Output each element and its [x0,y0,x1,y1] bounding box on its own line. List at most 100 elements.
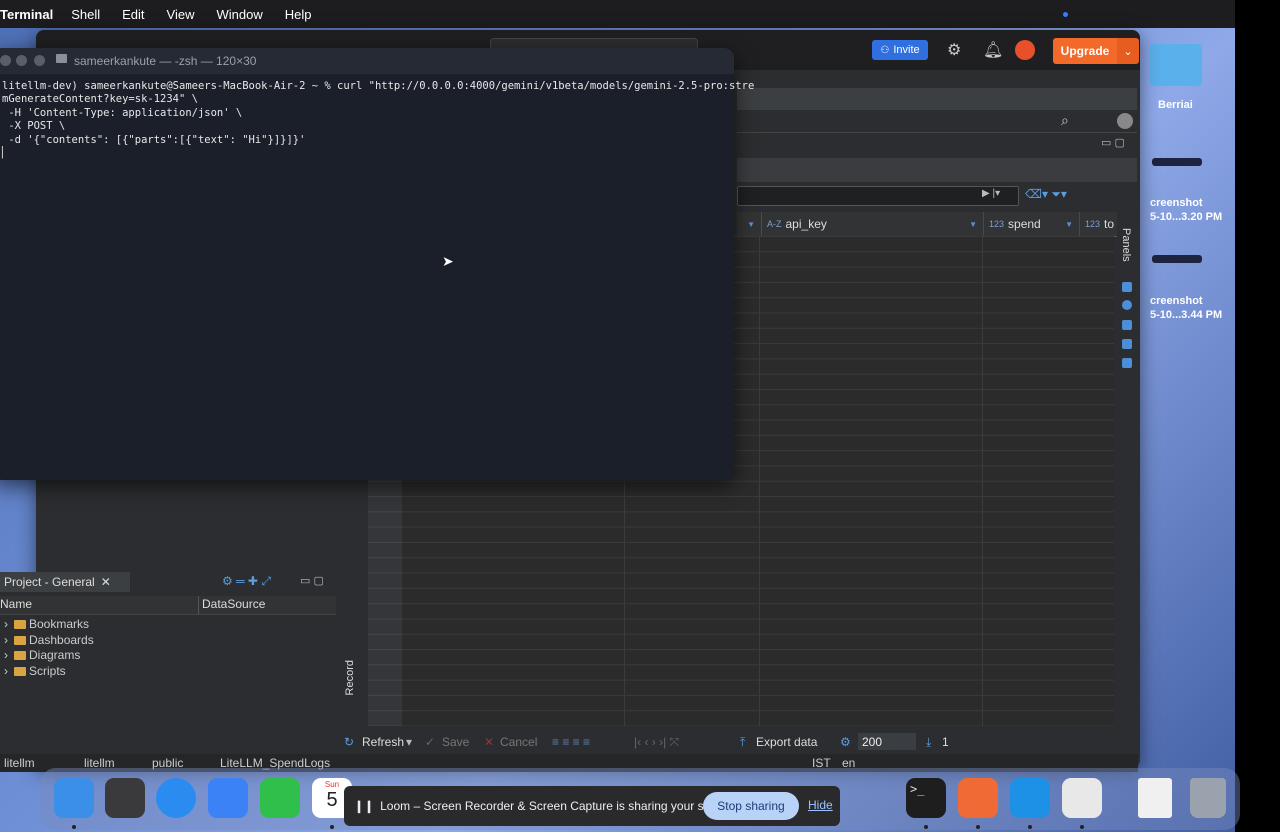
pagination-icons[interactable]: |‹ ‹ › ›| ⤧ [634,735,679,750]
funnel-icon[interactable]: ⌫▾ ⏷▾ [1025,187,1067,202]
search-icon[interactable]: ⌕ [1061,112,1069,129]
panel-chart-icon[interactable] [1122,320,1132,330]
tree-item-scripts[interactable]: › Scripts [4,664,66,678]
trash-icon[interactable] [1190,778,1226,818]
screenshot-thumbnail[interactable] [1152,158,1202,166]
upgrade-button[interactable]: Upgrade [1053,38,1117,64]
fetch-size-input[interactable]: 200 [858,733,916,750]
menu-bar: Terminal Shell Edit View Window Help [0,0,1235,28]
column-datasource-header[interactable]: DataSource [202,597,265,611]
stop-sharing-button[interactable]: Stop sharing [703,792,799,820]
chevron-right-icon[interactable]: › [4,617,8,631]
column-name: spend [1008,217,1041,231]
refresh-button[interactable]: Refresh [362,735,404,749]
running-indicator [1028,825,1032,829]
refresh-icon[interactable]: ↻ [344,735,354,749]
safari-icon[interactable] [156,778,196,818]
folder-icon[interactable] [1150,44,1202,86]
tree-item-dashboards[interactable]: › Dashboards [4,633,94,647]
chevron-down-icon[interactable]: ▾ [406,735,412,749]
panel-layout-icon[interactable] [1122,358,1132,368]
finder-icon[interactable] [54,778,94,818]
mouse-pointer-icon: ➤ [442,253,454,269]
terminal-output[interactable]: litellm-dev) sameerkankute@Sameers-MacBo… [2,80,754,160]
record-tab[interactable]: Record [344,660,356,695]
sort-arrow-icon[interactable]: ▼ [1065,220,1073,229]
bell-icon[interactable]: 🔔︎ [983,40,1003,60]
chevron-right-icon[interactable]: › [4,648,8,662]
close-icon[interactable]: ✕ [101,575,111,589]
chevron-down-icon[interactable]: ⌄ [1117,38,1139,64]
dbeaver-icon[interactable] [1062,778,1102,818]
document-icon[interactable] [1138,778,1172,818]
gear-icon[interactable]: ⚙ [947,40,961,60]
play-icon[interactable]: ▶ |▾ [982,188,1000,199]
menu-view[interactable]: View [167,7,195,22]
invite-button[interactable]: ⚇ Invite [872,40,928,60]
settings-icon[interactable]: ⚙ [840,735,851,749]
panel-table-icon[interactable] [1122,339,1132,349]
panel-grid-icon[interactable] [1122,282,1132,292]
column-type-label: 123 [1085,219,1101,229]
menu-edit[interactable]: Edit [122,7,144,22]
terminal-cursor: ▏ [2,147,9,160]
save-button[interactable]: Save [442,735,469,749]
filter-input[interactable] [737,186,1019,206]
running-indicator [924,825,928,829]
pause-icon[interactable]: ❙❙ [354,799,374,813]
menu-help[interactable]: Help [285,7,312,22]
postman-icon[interactable] [958,778,998,818]
column-name-header[interactable]: Name [0,597,32,611]
facetime-icon[interactable] [260,778,300,818]
export-data-button[interactable]: Export data [756,735,817,749]
column-name: api_key [785,217,827,231]
chevron-right-icon[interactable]: › [4,664,8,678]
desktop-screenshot-label: 5-10...3.44 PM [1150,309,1223,321]
desktop-screenshot-label: 5-10...3.20 PM [1150,211,1223,223]
breadcrumb-item[interactable]: litellm [4,756,35,770]
menu-shell[interactable]: Shell [71,7,100,22]
column-type-label: 123 [989,219,1005,229]
terminal-title-bar[interactable]: sameerkankute — -zsh — 120×30 [0,48,734,74]
tree-item-label: Diagrams [29,648,81,662]
project-tab[interactable]: Project - General ✕ [0,572,130,592]
terminal-line: -X POST \ [2,120,66,133]
tree-item-label: Bookmarks [29,617,90,631]
status-dot [1063,12,1068,17]
close-window-button[interactable] [0,55,11,66]
panels-tab[interactable]: Panels [1120,228,1132,262]
menu-window[interactable]: Window [217,7,263,22]
tree-item-diagrams[interactable]: › Diagrams [4,648,80,662]
docker-icon[interactable] [1010,778,1050,818]
launchpad-icon[interactable] [105,778,145,818]
hide-banner-button[interactable]: Hide [808,798,833,812]
row-edit-icons[interactable]: ≡ ≡ ≡ ≡ [552,735,590,749]
mail-icon[interactable] [208,778,248,818]
terminal-app-icon[interactable]: >_ [906,778,946,818]
minimize-icon[interactable]: ▭ ▢ [1101,136,1125,149]
zoom-window-button[interactable] [34,55,45,66]
column-header[interactable]: ▼ [737,212,762,236]
desktop-screenshot-label: creenshot [1150,197,1203,209]
sort-arrow-icon[interactable]: ▼ [747,220,755,229]
avatar[interactable] [1015,40,1035,60]
fetch-count-icon: ⤓ [926,735,932,749]
terminal-line: -H 'Content-Type: application/json' \ [2,106,243,119]
column-header-to[interactable]: 123 to [1079,212,1119,236]
panel-globe-icon[interactable] [1122,300,1132,310]
project-toolbar-icons[interactable]: ⚙ ═ ✚ ⤢ [222,574,271,589]
column-header-spend[interactable]: 123 spend ▼ [983,212,1080,236]
screenshot-thumbnail[interactable] [1152,255,1202,263]
tree-item-bookmarks[interactable]: › Bookmarks [4,617,89,631]
minimize-window-button[interactable] [16,55,27,66]
minimize-icon[interactable]: ▭ ▢ [300,574,324,587]
sort-arrow-icon[interactable]: ▼ [969,220,977,229]
cancel-button[interactable]: Cancel [500,735,537,749]
folder-icon [56,54,67,63]
user-avatar-icon[interactable] [1117,113,1133,129]
menu-app-name[interactable]: Terminal [0,7,53,22]
chevron-right-icon[interactable]: › [4,633,8,647]
column-header-api-key[interactable]: A-Z api_key ▼ [761,212,984,236]
dashboard-folder-icon [14,635,26,645]
project-column-header: Name DataSource [0,596,336,615]
